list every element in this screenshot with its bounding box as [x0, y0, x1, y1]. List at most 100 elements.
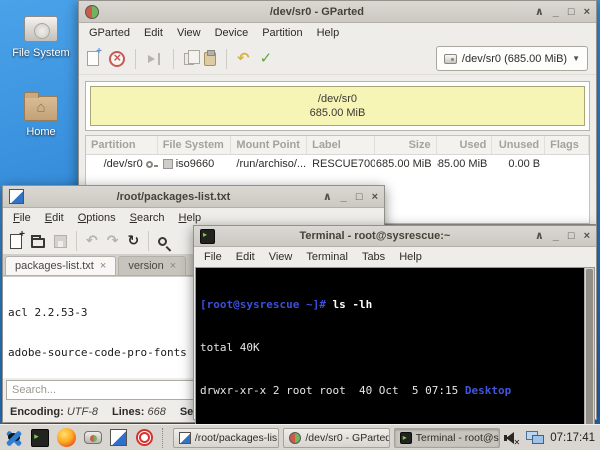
shade-button[interactable]: ∧ — [323, 187, 332, 207]
toolbar-separator — [76, 231, 77, 251]
search-icon[interactable] — [158, 237, 167, 246]
terminal-launcher[interactable] — [29, 426, 51, 449]
desktop-icon-label: Home — [8, 126, 74, 138]
menu-gparted[interactable]: GParted — [82, 24, 137, 42]
minimize-button[interactable]: _ — [341, 187, 347, 207]
network-icon[interactable] — [526, 430, 544, 445]
menu-options[interactable]: Options — [71, 209, 123, 227]
table-row[interactable]: /dev/sr0 iso9660 /run/archiso/... RESCUE… — [86, 155, 589, 173]
menu-edit[interactable]: Edit — [229, 248, 262, 266]
menu-edit[interactable]: Edit — [137, 24, 170, 42]
scrollbar-thumb[interactable] — [586, 269, 593, 450]
tab-packages-list[interactable]: packages-list.txt × — [5, 256, 116, 275]
desktop-icon-home[interactable]: ⌂ Home — [8, 92, 74, 138]
desktop-icon-file-system[interactable]: File System — [8, 16, 74, 59]
mousepad-app-icon — [9, 189, 24, 204]
col-partition[interactable]: Partition — [86, 136, 158, 154]
resize-move-icon[interactable] — [146, 52, 163, 66]
col-mount-point[interactable]: Mount Point — [231, 136, 307, 154]
col-label[interactable]: Label — [307, 136, 375, 154]
firefox-launcher[interactable] — [55, 426, 77, 449]
gparted-launcher[interactable] — [82, 426, 104, 449]
taskbar-button-gparted[interactable]: /dev/sr0 - GParted — [283, 428, 389, 448]
menu-help[interactable]: Help — [310, 24, 347, 42]
home-folder-icon: ⌂ — [24, 96, 58, 121]
cell-file-system: iso9660 — [176, 158, 215, 170]
maximize-button[interactable]: □ — [356, 187, 363, 207]
apply-icon[interactable]: ✓ — [260, 51, 273, 66]
taskbar: /root/packages-lis... /dev/sr0 - GParted… — [0, 424, 600, 450]
minimize-button[interactable]: _ — [553, 2, 559, 22]
tab-version[interactable]: version × — [118, 256, 186, 275]
delete-partition-icon[interactable] — [109, 51, 125, 67]
taskbar-button-terminal[interactable]: Terminal - root@s... — [394, 428, 500, 448]
new-document-icon[interactable] — [10, 234, 22, 249]
menu-tabs[interactable]: Tabs — [355, 248, 392, 266]
menu-partition[interactable]: Partition — [255, 24, 309, 42]
paste-icon[interactable] — [204, 52, 216, 66]
lifebuoy-icon — [136, 429, 153, 446]
menu-search[interactable]: Search — [123, 209, 172, 227]
tab-close-icon[interactable]: × — [100, 260, 106, 272]
device-selector[interactable]: /dev/sr0 (685.00 MiB) ▼ — [436, 46, 588, 71]
terminal-icon — [31, 429, 49, 447]
toolbar-separator — [148, 231, 149, 251]
filesystem-color-swatch — [163, 159, 173, 169]
gparted-app-icon — [85, 5, 99, 19]
terminal-titlebar[interactable]: Terminal - root@sysrescue:~ ∧ _ □ × — [194, 226, 596, 247]
col-flags[interactable]: Flags — [545, 136, 589, 154]
cell-mount-point: /run/archiso/... — [231, 155, 307, 173]
menu-terminal[interactable]: Terminal — [299, 248, 355, 266]
applications-menu-button[interactable] — [3, 426, 25, 449]
maximize-button[interactable]: □ — [568, 2, 575, 22]
redo-icon[interactable]: ↷ — [107, 234, 119, 249]
partition-visual[interactable]: /dev/sr0 685.00 MiB — [90, 86, 585, 126]
drive-icon — [444, 54, 457, 64]
close-button[interactable]: × — [584, 226, 590, 246]
menu-view[interactable]: View — [170, 24, 208, 42]
col-used[interactable]: Used — [437, 136, 493, 154]
partition-visual-size: 685.00 MiB — [310, 106, 366, 120]
lines-value: 668 — [147, 406, 165, 418]
reload-icon[interactable]: ↻ — [127, 234, 139, 249]
menu-file[interactable]: File — [6, 209, 38, 227]
new-partition-icon[interactable] — [87, 51, 99, 66]
menu-device[interactable]: Device — [208, 24, 256, 42]
save-icon[interactable] — [54, 235, 67, 248]
sysrescue-logo-icon — [4, 428, 24, 448]
menu-help[interactable]: Help — [392, 248, 429, 266]
cell-partition: /dev/sr0 — [104, 158, 143, 170]
shade-button[interactable]: ∧ — [535, 2, 544, 22]
col-file-system[interactable]: File System — [158, 136, 232, 154]
maximize-button[interactable]: □ — [568, 226, 575, 246]
cell-used: 685.00 MiB — [437, 155, 493, 173]
volume-muted-icon[interactable]: ✕ — [504, 431, 520, 445]
lines-label: Lines: — [112, 406, 144, 418]
menu-file[interactable]: File — [197, 248, 229, 266]
undo-icon[interactable]: ↶ — [237, 51, 250, 66]
minimize-button[interactable]: _ — [553, 226, 559, 246]
terminal-screen[interactable]: [root@sysrescue ~]# ls -lh total 40K drw… — [196, 268, 584, 450]
terminal-scrollbar[interactable] — [584, 268, 594, 450]
menu-view[interactable]: View — [262, 248, 300, 266]
chevron-down-icon: ▼ — [572, 54, 580, 63]
menu-edit[interactable]: Edit — [38, 209, 71, 227]
terminal-line: [root@sysrescue ~]# ls -lh — [200, 298, 580, 312]
close-button[interactable]: × — [372, 187, 378, 207]
gparted-titlebar[interactable]: /dev/sr0 - GParted ∧ _ □ × — [79, 1, 596, 23]
taskbar-button-editor[interactable]: /root/packages-lis... — [173, 428, 279, 448]
editor-titlebar[interactable]: /root/packages-list.txt ∧ _ □ × — [3, 186, 384, 208]
tab-close-icon[interactable]: × — [170, 260, 176, 272]
copy-icon[interactable] — [184, 53, 194, 65]
col-size[interactable]: Size — [375, 136, 437, 154]
undo-icon[interactable]: ↶ — [86, 234, 98, 249]
col-unused[interactable]: Unused — [492, 136, 545, 154]
clock: 07:17:41 — [550, 432, 595, 444]
shade-button[interactable]: ∧ — [535, 226, 544, 246]
close-button[interactable]: × — [584, 2, 590, 22]
hard-drive-icon — [24, 16, 58, 42]
open-file-icon[interactable] — [31, 238, 45, 248]
help-launcher[interactable] — [134, 426, 156, 449]
cell-size: 685.00 MiB — [375, 155, 437, 173]
mousepad-launcher[interactable] — [108, 426, 130, 449]
